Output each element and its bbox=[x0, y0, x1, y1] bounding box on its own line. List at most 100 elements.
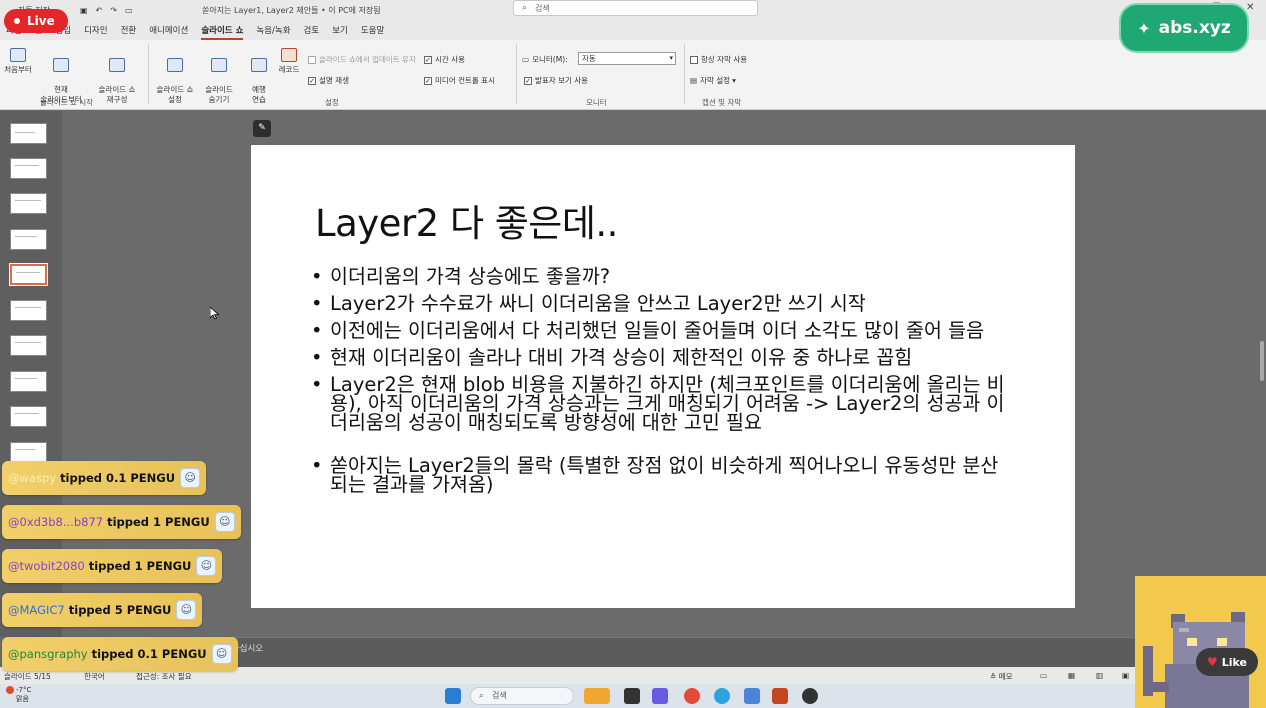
tab-review[interactable]: 검토 bbox=[304, 24, 320, 36]
tip-message: tipped 5 PENGU bbox=[68, 603, 172, 617]
use-timings-label: 시간 사용 bbox=[435, 55, 465, 64]
search-placeholder: 검색 bbox=[535, 3, 550, 13]
tab-animations[interactable]: 애니메이션 bbox=[149, 24, 188, 36]
slide-thumbnail[interactable] bbox=[10, 406, 47, 427]
media-controls-label: 미디어 컨트롤 표시 bbox=[435, 76, 495, 85]
hide-slide-label: 슬라이드 숨기기 bbox=[205, 85, 233, 104]
search-icon: ⌕ bbox=[479, 691, 484, 700]
taskbar-search-placeholder: 검색 bbox=[492, 691, 507, 700]
thumb-line bbox=[15, 132, 35, 133]
like-button[interactable]: ♥ Like bbox=[1196, 648, 1258, 676]
windows-start-icon[interactable] bbox=[445, 688, 461, 704]
slide-thumbnail[interactable] bbox=[10, 371, 47, 392]
slide-thumbnail[interactable] bbox=[10, 442, 47, 463]
from-beginning-button[interactable]: 처음부터 bbox=[2, 48, 34, 75]
bullet-item: 이전에는 이더리움에서 다 처리했던 일들이 줄어들며 이더 소각도 많이 줄어… bbox=[311, 321, 1011, 341]
monitor-select[interactable]: 자동 ▾ bbox=[578, 52, 676, 65]
accessibility-indicator[interactable]: 접근성: 조사 필요 bbox=[136, 671, 192, 682]
save-icon[interactable]: ▣ bbox=[80, 6, 88, 15]
captions-group-label: 캡션 및 자막 bbox=[702, 98, 742, 107]
tab-slideshow[interactable]: 슬라이드 쇼 bbox=[201, 24, 244, 40]
tip-message: tipped 1 PENGU bbox=[107, 515, 210, 529]
tip-notification: @MAGIC7 tipped 5 PENGU ☺ bbox=[2, 593, 203, 627]
vertical-scrollbar[interactable] bbox=[1256, 111, 1266, 637]
monitor-label: ▭ 모니터(M): bbox=[522, 55, 568, 64]
caption-icon: ▤ bbox=[690, 76, 698, 85]
record-button[interactable]: 레코드 bbox=[276, 48, 302, 75]
slide-thumbnail[interactable] bbox=[10, 193, 47, 214]
tab-transitions[interactable]: 전환 bbox=[121, 24, 137, 36]
ribbon-separator bbox=[148, 44, 149, 104]
ribbon-tabs: 파일 홈 삽입 디자인 전환 애니메이션 슬라이드 쇼 녹음/녹화 검토 보기 … bbox=[0, 20, 1266, 40]
keep-updated-checkbox[interactable]: 슬라이드 쇼에서 업데이트 유지 bbox=[308, 54, 416, 65]
monitors-group-label: 모니터 bbox=[586, 98, 607, 107]
slide-thumbnail[interactable] bbox=[10, 229, 47, 250]
brand-badge[interactable]: ✦ abs.xyz bbox=[1121, 5, 1247, 51]
language-indicator[interactable]: 한국어 bbox=[84, 671, 105, 682]
tab-help[interactable]: 도움말 bbox=[361, 24, 384, 36]
hide-slide-button[interactable]: 슬라이드 숨기기 bbox=[200, 48, 238, 105]
live-dot-icon bbox=[14, 18, 20, 24]
redo-icon[interactable]: ↷ bbox=[110, 6, 117, 15]
tip-message: tipped 1 PENGU bbox=[88, 559, 192, 573]
custom-show-button[interactable]: 슬라이드 쇼 재구성 bbox=[92, 48, 142, 105]
notes-button[interactable]: ≙ 메모 bbox=[990, 671, 1013, 682]
play-narrations-checkbox[interactable]: ✓ 설명 재생 bbox=[308, 75, 349, 86]
slide-thumbnail[interactable] bbox=[10, 158, 47, 179]
designer-icon[interactable]: ✎ bbox=[253, 120, 271, 137]
slideshow-view-icon[interactable]: ▣ bbox=[1122, 671, 1129, 680]
caption-settings-button[interactable]: ▤ 자막 설정 ▾ bbox=[690, 75, 736, 86]
record-app-icon[interactable] bbox=[802, 688, 818, 704]
task-view-icon[interactable] bbox=[624, 688, 640, 704]
chrome-icon[interactable] bbox=[684, 688, 700, 704]
tip-notification: @twobit2080 tipped 1 PENGU ☺ bbox=[2, 549, 223, 583]
presenter-view-checkbox[interactable]: ✓ 발표자 보기 사용 bbox=[524, 75, 588, 86]
slide[interactable]: Layer2 다 좋은데.. 이더리움의 가격 상승에도 좋을까? Layer2… bbox=[251, 145, 1075, 608]
reading-view-icon[interactable]: ▥ bbox=[1096, 671, 1103, 680]
pengu-icon: ☺ bbox=[196, 556, 217, 576]
slide-thumbnail-selected[interactable] bbox=[10, 264, 47, 285]
sorter-view-icon[interactable]: ▦ bbox=[1068, 671, 1075, 680]
bullet-list[interactable]: 이더리움의 가격 상승에도 좋을까? Layer2가 수수료가 싸니 이더리움을… bbox=[311, 267, 1011, 502]
thumb-line bbox=[15, 413, 39, 414]
rehearse-button[interactable]: 예행 연습 bbox=[246, 48, 272, 105]
tip-notification: @pansgraphy tipped 0.1 PENGU ☺ bbox=[2, 637, 238, 671]
slide-thumbnail[interactable] bbox=[10, 300, 47, 321]
live-label: Live bbox=[27, 14, 55, 28]
media-controls-checkbox[interactable]: ✓ 미디어 컨트롤 표시 bbox=[424, 75, 495, 86]
chevron-down-icon: ▾ bbox=[669, 54, 673, 62]
close-icon[interactable]: ✕ bbox=[1246, 2, 1254, 13]
slide-thumbnail[interactable] bbox=[10, 335, 47, 356]
mouse-cursor-icon bbox=[210, 307, 219, 320]
tab-design[interactable]: 디자인 bbox=[84, 24, 107, 36]
always-captions-checkbox[interactable]: 항상 자막 사용 bbox=[690, 54, 747, 65]
telegram-icon[interactable] bbox=[714, 688, 730, 704]
pengu-icon: ☺ bbox=[211, 644, 232, 664]
widget-icon[interactable] bbox=[584, 688, 610, 704]
tip-notification: @waspy tipped 0.1 PENGU ☺ bbox=[2, 461, 207, 495]
thumb-line bbox=[15, 378, 37, 379]
slide-title[interactable]: Layer2 다 좋은데.. bbox=[315, 193, 618, 247]
notes-pane[interactable]: 려하십시오 bbox=[62, 637, 1266, 667]
setup-show-button[interactable]: 슬라이드 쇼 설정 bbox=[152, 48, 198, 105]
undo-icon[interactable]: ↶ bbox=[96, 6, 103, 15]
tip-message: tipped 0.1 PENGU bbox=[91, 647, 207, 661]
present-icon[interactable]: ▭ bbox=[125, 6, 133, 15]
tab-record[interactable]: 녹음/녹화 bbox=[256, 24, 290, 36]
heart-icon: ♥ bbox=[1206, 655, 1218, 669]
slide-play-icon bbox=[53, 58, 69, 72]
scrollbar-thumb[interactable] bbox=[1260, 341, 1264, 381]
normal-view-icon[interactable]: ▭ bbox=[1040, 671, 1047, 680]
taskbar-search[interactable]: ⌕ 검색 bbox=[470, 687, 574, 705]
search-input[interactable]: ⌕ 검색 bbox=[513, 0, 758, 16]
copilot-icon[interactable] bbox=[652, 688, 668, 704]
always-captions-label: 항상 자막 사용 bbox=[701, 55, 748, 64]
slide-thumbnail[interactable] bbox=[10, 123, 47, 144]
calendar-icon[interactable] bbox=[744, 688, 760, 704]
tab-view[interactable]: 보기 bbox=[332, 24, 348, 36]
slide-counter: 슬라이드 5/15 bbox=[4, 672, 51, 681]
weather-widget[interactable]: -7°C 맑음 bbox=[6, 686, 31, 704]
weather-temp: -7°C bbox=[16, 686, 32, 694]
powerpoint-icon[interactable] bbox=[772, 688, 788, 704]
use-timings-checkbox[interactable]: ✓ 시간 사용 bbox=[424, 54, 465, 65]
